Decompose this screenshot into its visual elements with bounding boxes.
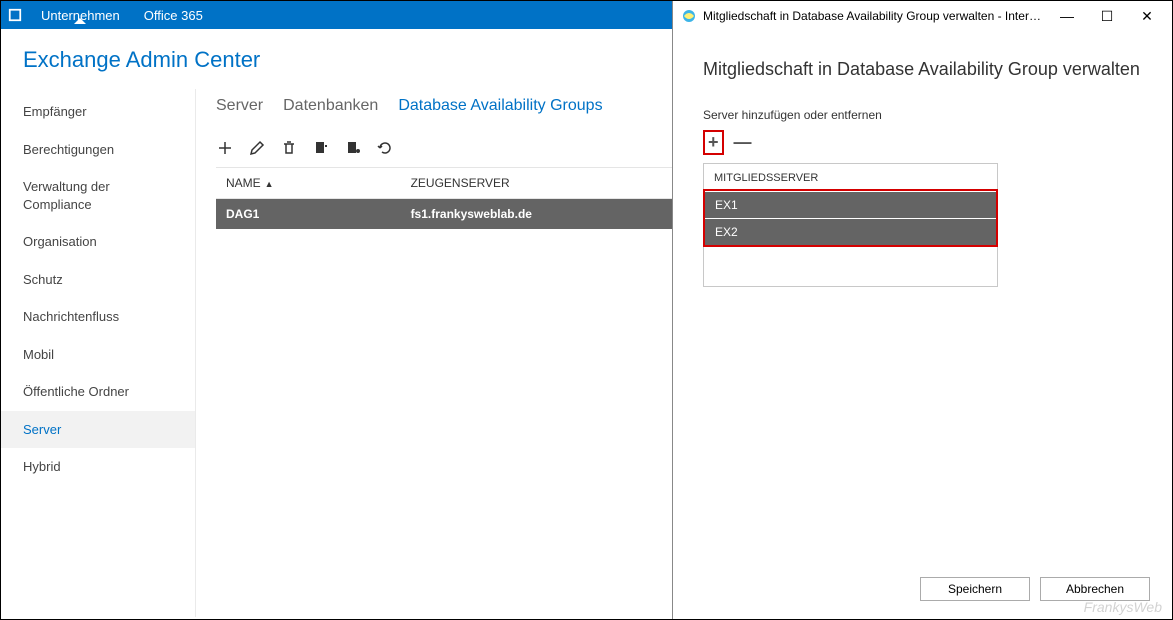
add-server-highlight: +	[703, 130, 724, 155]
sidebar-item-permissions[interactable]: Berechtigungen	[1, 131, 195, 169]
add-icon[interactable]	[216, 139, 234, 157]
dialog-window: Mitgliedschaft in Database Availability …	[672, 1, 1172, 619]
settings1-icon[interactable]	[312, 139, 330, 157]
remove-server-icon[interactable]: —	[734, 132, 752, 153]
dialog-heading: Mitgliedschaft in Database Availability …	[703, 59, 1142, 80]
topbar-enterprise[interactable]: Unternehmen	[29, 8, 132, 23]
cell-name: DAG1	[216, 199, 401, 230]
maximize-icon[interactable]: ☐	[1090, 8, 1124, 25]
add-server-icon[interactable]: +	[708, 132, 719, 152]
member-server-list: MITGLIEDSSERVER EX1 EX2	[703, 163, 998, 287]
tab-databases[interactable]: Datenbanken	[283, 97, 378, 115]
member-list-header: MITGLIEDSSERVER	[704, 164, 997, 190]
dialog-subtext: Server hinzufügen oder entfernen	[703, 108, 1142, 122]
settings2-icon[interactable]	[344, 139, 362, 157]
dialog-titlebar: Mitgliedschaft in Database Availability …	[673, 1, 1172, 31]
app-icon	[1, 1, 29, 29]
sidebar-item-organization[interactable]: Organisation	[1, 223, 195, 261]
sidebar-item-hybrid[interactable]: Hybrid	[1, 448, 195, 486]
cancel-button[interactable]: Abbrechen	[1040, 577, 1150, 601]
dialog-footer: Speichern Abbrechen	[920, 577, 1150, 601]
add-remove-bar: + —	[703, 130, 1142, 155]
topbar-office365[interactable]: Office 365	[132, 8, 215, 23]
member-row[interactable]: EX2	[705, 218, 996, 245]
sort-asc-icon: ▲	[265, 179, 274, 189]
sidebar: Empfänger Berechtigungen Verwaltung der …	[1, 89, 196, 617]
sidebar-item-mobile[interactable]: Mobil	[1, 336, 195, 374]
ie-icon	[681, 8, 697, 24]
member-list-spacer	[704, 246, 997, 286]
dialog-title-text: Mitgliedschaft in Database Availability …	[703, 9, 1044, 23]
member-row[interactable]: EX1	[705, 191, 996, 218]
sidebar-item-publicfolders[interactable]: Öffentliche Ordner	[1, 373, 195, 411]
col-name[interactable]: NAME▲	[216, 168, 401, 199]
watermark: FrankysWeb	[1084, 599, 1162, 615]
tab-dag[interactable]: Database Availability Groups	[398, 97, 602, 115]
refresh-icon[interactable]	[376, 139, 394, 157]
minimize-icon[interactable]: —	[1050, 8, 1084, 24]
sidebar-item-mailflow[interactable]: Nachrichtenfluss	[1, 298, 195, 336]
tab-server[interactable]: Server	[216, 97, 263, 115]
sidebar-item-protection[interactable]: Schutz	[1, 261, 195, 299]
delete-icon[interactable]	[280, 139, 298, 157]
sidebar-item-compliance[interactable]: Verwaltung der Compliance	[1, 168, 195, 223]
sidebar-item-server[interactable]: Server	[1, 411, 195, 449]
close-icon[interactable]: ✕	[1130, 8, 1164, 25]
sidebar-item-recipients[interactable]: Empfänger	[1, 93, 195, 131]
edit-icon[interactable]	[248, 139, 266, 157]
save-button[interactable]: Speichern	[920, 577, 1030, 601]
member-rows-highlight: EX1 EX2	[703, 189, 998, 247]
